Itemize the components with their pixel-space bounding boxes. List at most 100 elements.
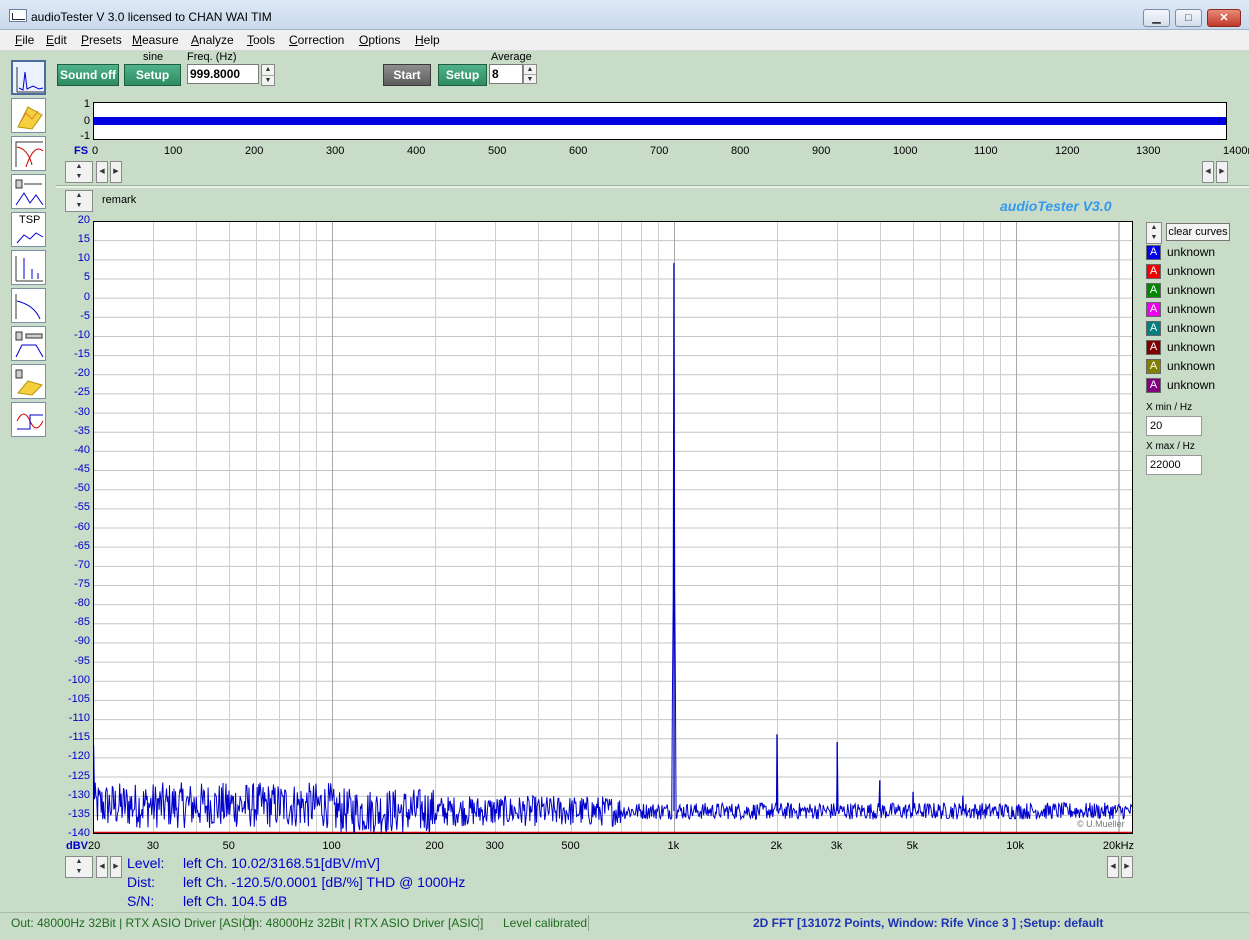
scope-zoom-left[interactable]: ◀	[1202, 161, 1214, 183]
scope-x-tick: 600	[569, 145, 588, 157]
plot-vertical-spinner[interactable]: ▲ ▼	[65, 190, 93, 212]
level-value: left Ch. 10.02/3168.51[dBV/mV]	[183, 855, 380, 871]
frequency-input[interactable]: 999.8000	[187, 64, 259, 84]
curve-name: unknown	[1167, 321, 1216, 335]
generator-setup-button[interactable]: Setup	[124, 64, 181, 86]
y-tick-label: -90	[74, 635, 90, 648]
scope-waveform	[94, 117, 1226, 125]
curve-color-swatch[interactable]: A	[1146, 340, 1161, 355]
plot-scroll-right[interactable]: ▶	[110, 856, 122, 878]
scope-vertical-spinner[interactable]: ▲ ▼	[65, 161, 93, 183]
dist-value: left Ch. -120.5/0.0001 [dB/%] THD @ 1000…	[183, 874, 466, 890]
y-unit-label: dBV	[66, 840, 88, 852]
frequency-spinner[interactable]: ▲ ▼	[261, 64, 275, 86]
curve-color-swatch[interactable]: A	[1146, 245, 1161, 260]
status-separator	[588, 915, 589, 931]
status-level: Level calibrated	[503, 916, 588, 930]
menu-file[interactable]: File	[15, 33, 34, 47]
curve-color-swatch[interactable]: A	[1146, 378, 1161, 393]
step-response-tool-icon[interactable]	[11, 288, 46, 323]
room-tool-icon[interactable]	[11, 364, 46, 399]
clear-curves-button[interactable]: clear curves	[1166, 223, 1230, 241]
y-tick-label: -100	[67, 673, 90, 686]
average-input[interactable]: 8	[489, 64, 523, 84]
distortion-tool-icon[interactable]	[11, 250, 46, 285]
y-tick-label: -35	[74, 424, 90, 437]
frequency-response-tool-icon[interactable]	[11, 136, 46, 171]
scope-scroll-right[interactable]: ▶	[110, 161, 122, 183]
menu-edit[interactable]: Edit	[46, 33, 67, 47]
curve-color-swatch[interactable]: A	[1146, 321, 1161, 336]
menu-options[interactable]: Options	[359, 33, 400, 47]
legend-spinner[interactable]: ▲ ▼	[1146, 222, 1162, 244]
start-button[interactable]: Start	[383, 64, 431, 86]
menu-analyze[interactable]: Analyze	[191, 33, 234, 47]
x-tick-label: 2k	[770, 840, 783, 852]
plot-zoom-left[interactable]: ◀	[1107, 856, 1119, 878]
brand-watermark: audioTester V3.0	[1000, 198, 1112, 214]
y-tick-label: -125	[67, 769, 90, 782]
fft-tool-icon[interactable]	[11, 60, 46, 95]
scope-x-prefix: FS	[74, 145, 89, 157]
menu-measure[interactable]: Measure	[132, 33, 179, 47]
y-tick-label: -70	[74, 558, 90, 571]
tsp-tool-icon[interactable]: TSP	[11, 212, 46, 247]
maximize-button[interactable]: □	[1175, 9, 1202, 27]
menu-correction[interactable]: Correction	[289, 33, 344, 47]
close-button[interactable]: ✕	[1207, 9, 1241, 27]
x-tick-label: 20kHz	[1102, 840, 1135, 852]
x-tick-label: 100	[322, 840, 341, 852]
level-key: Level:	[127, 855, 165, 871]
curve-color-swatch[interactable]: A	[1146, 283, 1161, 298]
curve-color-swatch[interactable]: A	[1146, 264, 1161, 279]
scope-y-tick: 0	[83, 115, 90, 127]
status-bar: Out: 48000Hz 32Bit | RTX ASIO Driver [AS…	[0, 912, 1249, 935]
waterfall-tool-icon[interactable]	[11, 98, 46, 133]
analyzer-setup-button[interactable]: Setup	[438, 64, 487, 86]
curve-name: unknown	[1167, 359, 1216, 373]
y-tick-label: -140	[67, 827, 90, 839]
y-tick-label: 20	[77, 214, 90, 226]
scope-x-tick: 400	[407, 145, 426, 157]
plot-zoom-right[interactable]: ▶	[1121, 856, 1133, 878]
curve-name: unknown	[1167, 283, 1216, 297]
x-tick-label: 500	[561, 840, 580, 852]
dist-key: Dist:	[127, 874, 155, 890]
y-tick-label: -130	[67, 788, 90, 801]
menu-presets[interactable]: Presets	[81, 33, 122, 47]
curve-color-swatch[interactable]: A	[1146, 302, 1161, 317]
minimize-button[interactable]: ▁	[1143, 9, 1170, 27]
crossover-tool-icon[interactable]	[11, 326, 46, 361]
waveform-label: sine	[143, 51, 164, 63]
y-tick-label: -40	[74, 443, 90, 456]
curve-name: unknown	[1167, 245, 1216, 259]
scope-zoom-right[interactable]: ▶	[1216, 161, 1228, 183]
menu-help[interactable]: Help	[415, 33, 440, 47]
scope-scroll-left[interactable]: ◀	[96, 161, 108, 183]
xmin-label: X min / Hz	[1146, 402, 1193, 413]
sn-key: S/N:	[127, 893, 155, 909]
y-tick-label: 15	[77, 233, 90, 246]
y-tick-label: -30	[74, 405, 90, 418]
curve-name: unknown	[1167, 378, 1216, 392]
scope-x-tick: 700	[650, 145, 669, 157]
sound-off-button[interactable]: Sound off	[57, 64, 119, 86]
scope-x-tick: 1400m	[1223, 145, 1249, 157]
xmin-input[interactable]: 20	[1146, 416, 1202, 436]
menu-tools[interactable]: Tools	[247, 33, 275, 47]
y-tick-label: -95	[74, 654, 90, 667]
y-tick-label: -55	[74, 501, 90, 514]
phase-tool-icon[interactable]	[11, 402, 46, 437]
plot-bottom-spinner[interactable]: ▲ ▼	[65, 856, 93, 878]
plot-scroll-left[interactable]: ◀	[96, 856, 108, 878]
y-tick-label: -10	[74, 328, 90, 341]
status-input: In: 48000Hz 32Bit | RTX ASIO Driver [ASI…	[249, 916, 484, 930]
x-tick-label: 30	[146, 840, 160, 852]
speaker-impedance-tool-icon[interactable]	[11, 174, 46, 209]
scope-x-tick: 1300	[1136, 145, 1161, 157]
scope-x-tick: 300	[326, 145, 345, 157]
average-spinner[interactable]: ▲ ▼	[523, 64, 537, 84]
curve-color-swatch[interactable]: A	[1146, 359, 1161, 374]
pane-divider[interactable]	[56, 185, 1249, 188]
xmax-input[interactable]: 22000	[1146, 455, 1202, 475]
